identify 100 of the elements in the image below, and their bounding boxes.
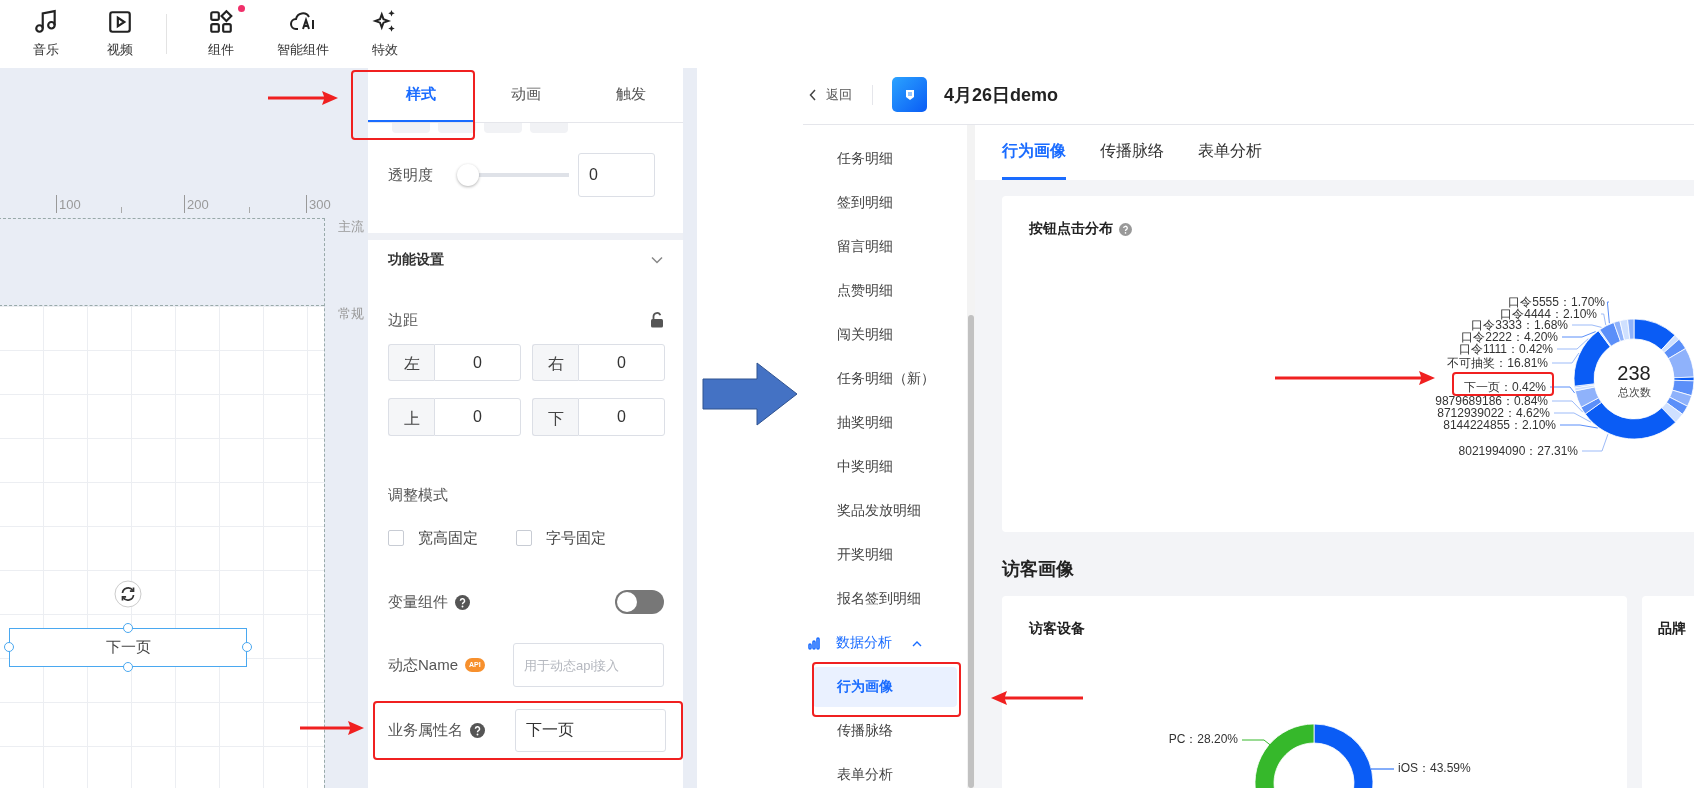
leader-line xyxy=(1551,352,1580,364)
tab[interactable]: 传播脉络 xyxy=(1100,125,1164,180)
leader-line xyxy=(1581,433,1609,452)
sidebar-item[interactable]: 闯关明细 xyxy=(803,313,967,357)
app-icon xyxy=(892,77,927,112)
components-icon xyxy=(208,9,234,35)
business-attribute-input[interactable]: 下一页 xyxy=(515,709,666,752)
sidebar-item[interactable]: 中奖明细 xyxy=(803,445,967,489)
annotation-arrow xyxy=(300,721,364,735)
video-icon xyxy=(107,9,133,35)
slider-thumb[interactable] xyxy=(457,164,479,186)
field-label: 业务属性名 xyxy=(388,721,463,740)
leader-line xyxy=(1370,768,1395,770)
panel-tab[interactable]: 触发 xyxy=(578,68,683,122)
field-label: 边距 xyxy=(388,310,418,330)
chart-label: PC：28.20% xyxy=(1168,733,1238,745)
sidebar-group[interactable]: 数据分析 xyxy=(832,634,892,652)
panel-tab[interactable]: 动画 xyxy=(473,68,578,122)
sparkle-icon xyxy=(372,9,398,35)
dynamic-name-input[interactable]: 用于动态api接入 xyxy=(513,643,664,687)
sidebar-item[interactable]: 任务明细（新） xyxy=(803,357,967,401)
section-title: 功能设置 xyxy=(388,251,444,269)
checkbox[interactable] xyxy=(388,530,404,546)
chart-label: 9879689186：0.84% xyxy=(1435,395,1548,407)
caret-up-icon[interactable] xyxy=(912,639,922,647)
field-prefix: 下 xyxy=(532,398,578,436)
toolbar-button[interactable]: 特效 xyxy=(353,9,417,59)
music-note-icon xyxy=(33,9,59,35)
field-prefix: 右 xyxy=(532,344,578,381)
checkbox[interactable] xyxy=(516,530,532,546)
chart-label: 下一页：0.42% xyxy=(1463,381,1546,393)
resize-handle[interactable] xyxy=(123,662,133,672)
field-prefix: 上 xyxy=(388,398,434,436)
scrollbar[interactable] xyxy=(967,125,975,788)
tab[interactable]: 表单分析 xyxy=(1198,125,1262,180)
toolbar-button[interactable]: 视频 xyxy=(88,9,152,59)
chart-label: 8144224855：2.10% xyxy=(1443,419,1556,431)
resize-handle[interactable] xyxy=(123,623,133,633)
chart-label: 8712939022：4.62% xyxy=(1437,407,1550,419)
sidebar-item[interactable]: 传播脉络 xyxy=(803,709,967,753)
sidebar-item[interactable]: 奖品发放明细 xyxy=(803,489,967,533)
tab[interactable]: 行为画像 xyxy=(1002,125,1066,180)
resize-handle[interactable] xyxy=(242,642,252,652)
unlock-icon[interactable] xyxy=(650,312,664,328)
chart-label: iOS：43.59% xyxy=(1398,762,1471,774)
alignment-button[interactable] xyxy=(438,123,476,133)
selected-element[interactable]: 下一页 xyxy=(9,628,247,667)
checkbox-label: 字号固定 xyxy=(546,528,606,548)
chart-label: 口令5555：1.70% xyxy=(1508,296,1605,308)
sidebar-item[interactable]: 行为画像 xyxy=(813,667,957,707)
field-label: 变量组件 xyxy=(388,592,448,612)
opacity-input[interactable]: 0 xyxy=(578,153,655,197)
back-button[interactable]: 返回 xyxy=(809,85,852,104)
card-title: 按钮点击分布 xyxy=(1029,220,1113,238)
toolbar-button[interactable]: 音乐 xyxy=(14,9,78,59)
sidebar-item[interactable]: 表单分析 xyxy=(803,753,967,788)
total-label: 总次数 xyxy=(1616,385,1652,400)
guide-label: 常规 xyxy=(338,305,364,323)
sidebar-item[interactable]: 任务明细 xyxy=(803,137,967,181)
section-title: 访客画像 xyxy=(1002,558,1075,581)
checkbox-label: 宽高固定 xyxy=(418,528,478,548)
chart-label: 口令4444：2.10% xyxy=(1500,308,1597,320)
project-title: 4月26日demo xyxy=(944,83,1059,107)
leader-line xyxy=(1551,400,1584,413)
sidebar-item[interactable]: 抽奖明细 xyxy=(803,401,967,445)
card-title: 品牌 xyxy=(1658,620,1686,638)
sidebar-item[interactable]: 报名签到明细 xyxy=(803,577,967,621)
toolbar-button[interactable]: 智能组件 xyxy=(263,9,343,59)
sidebar-item[interactable]: 点赞明细 xyxy=(803,269,967,313)
bar-chart-icon xyxy=(808,636,822,650)
toolbar-button[interactable]: 组件 xyxy=(189,9,253,59)
chart-label: 8021994090：27.31% xyxy=(1458,445,1578,457)
margin-input[interactable]: 0 xyxy=(578,398,665,436)
field-label: 调整模式 xyxy=(388,485,448,505)
ruler-mark: 300 xyxy=(306,195,331,213)
sidebar-item[interactable]: 签到明细 xyxy=(803,181,967,225)
chart-label: 口令3333：1.68% xyxy=(1471,319,1568,331)
chart-label: 不可抽奖：16.81% xyxy=(1447,357,1548,369)
rotate-icon[interactable] xyxy=(114,580,142,608)
total-count: 238 xyxy=(1616,362,1652,385)
margin-input[interactable]: 0 xyxy=(434,398,521,436)
toggle-switch[interactable] xyxy=(615,590,664,614)
chevron-left-icon xyxy=(809,88,817,101)
help-icon[interactable] xyxy=(470,723,485,738)
chart-label: 口令1111：0.42% xyxy=(1458,343,1553,355)
ruler-mark: 100 xyxy=(56,195,81,213)
right-arrow-icon xyxy=(702,362,798,426)
help-icon[interactable] xyxy=(455,594,470,610)
resize-handle[interactable] xyxy=(4,642,14,652)
field-label: 动态Name xyxy=(388,655,458,675)
guide-label: 主流 xyxy=(338,218,364,236)
chart-label: 口令2222：4.20% xyxy=(1461,331,1558,343)
leader-line xyxy=(1549,386,1576,394)
sidebar-item[interactable]: 开奖明细 xyxy=(803,533,967,577)
card-title: 访客设备 xyxy=(1029,620,1085,638)
annotation-arrow xyxy=(268,91,338,105)
margin-input[interactable]: 0 xyxy=(434,344,521,381)
sidebar-item[interactable]: 留言明细 xyxy=(803,225,967,269)
ruler-mark: 200 xyxy=(184,195,209,213)
margin-input[interactable]: 0 xyxy=(578,344,665,381)
